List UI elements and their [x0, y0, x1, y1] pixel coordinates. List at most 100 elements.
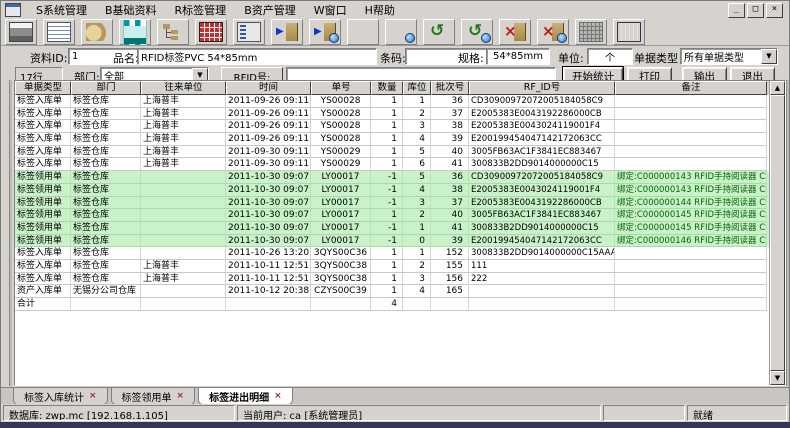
table-cell: 36 [431, 95, 469, 108]
table-row[interactable]: 标签入库单标签仓库上海普丰2011-09-26 09:11YS000281237… [15, 108, 785, 121]
toolbar-button-partner-units[interactable] [81, 19, 113, 45]
toolbar-button-label-outbound-query[interactable] [385, 19, 417, 45]
table-row[interactable]: 标签入库单标签仓库上海普丰2011-09-26 09:11YS000281136… [15, 95, 785, 108]
toolbar-button-label-scrap[interactable] [499, 19, 531, 45]
menu-H帮助[interactable]: H帮助 [356, 3, 404, 18]
table-cell: 绑定:C000000143 RFID手持阅读器 CS501 CS50: [615, 184, 767, 197]
id-card-icon [47, 22, 71, 42]
tab-标签领用单[interactable]: 标签领用单× [111, 388, 196, 405]
menu-R标签管理[interactable]: R标签管理 [166, 3, 236, 18]
toolbar-button-label-scrap-query[interactable] [537, 19, 569, 45]
table-cell: 上海普丰 [141, 146, 226, 159]
toolbar-button-data-card[interactable] [43, 19, 75, 45]
table-cell [469, 298, 615, 311]
tab-close-icon[interactable]: × [274, 391, 282, 401]
toolbar-button-label-recycle[interactable] [423, 19, 455, 45]
column-header-批次号[interactable]: 批次号 [431, 81, 469, 95]
minimize-button[interactable]: _ [728, 3, 745, 18]
column-header-RF_ID号[interactable]: RF_ID号 [469, 81, 615, 95]
toolbar-button-label-inbound[interactable] [271, 19, 303, 45]
table-cell: YS00028 [311, 108, 371, 121]
table-row[interactable]: 标签领用单标签仓库2011-10-30 09:07LY00017-1438E20… [15, 184, 785, 197]
product-name-input[interactable] [137, 48, 377, 65]
scroll-down-icon[interactable]: ▼ [770, 371, 785, 385]
unit-input[interactable] [587, 48, 633, 65]
column-header-单据类型[interactable]: 单据类型 [15, 81, 71, 95]
column-header-时间[interactable]: 时间 [226, 81, 311, 95]
table-cell: 1 [371, 260, 403, 273]
scrollbar-thumb[interactable] [770, 95, 785, 371]
table-row[interactable]: 资产入库单无锡分公司仓库2011-10-12 20:38CZYS00C39141… [15, 285, 785, 298]
table-cell: 2011-10-30 09:07 [226, 235, 311, 248]
table-cell: 标签领用单 [15, 235, 71, 248]
tab-标签进出明细[interactable]: 标签进出明细 × [198, 388, 293, 405]
table-row[interactable]: 标签领用单标签仓库2011-10-30 09:07LY00017-1536CD3… [15, 171, 785, 184]
toolbar-button-label-inbound-query[interactable] [309, 19, 341, 45]
toolbar-button-label-outbound[interactable] [347, 19, 379, 45]
close-button[interactable]: × [766, 3, 783, 18]
menu-bar: S系统管理B基础资料R标签管理B资产管理W窗口H帮助 _ □ × [1, 1, 789, 20]
tab-标签入库统计[interactable]: 标签入库统计 × [13, 388, 108, 405]
tab-close-icon[interactable]: × [89, 391, 97, 401]
table-row[interactable]: 标签入库单标签仓库上海普丰2011-09-30 09:11YS000291540… [15, 146, 785, 159]
table-cell: 2011-09-26 09:11 [226, 133, 311, 146]
spec-input[interactable] [486, 48, 550, 65]
column-header-库位[interactable]: 库位 [403, 81, 431, 95]
toolbar-button-print[interactable] [5, 19, 37, 45]
table-cell: 标签入库单 [15, 146, 71, 159]
chevron-down-icon[interactable]: ▼ [761, 49, 777, 64]
doc-type-select[interactable]: 所有单据类型 ▼ [680, 48, 778, 65]
scroll-up-icon[interactable]: ▲ [770, 81, 785, 95]
toolbar-button-label-recycle-query[interactable] [461, 19, 493, 45]
toolbar-button-asset-building[interactable] [575, 19, 607, 45]
table-cell: 4 [403, 285, 431, 298]
table-row[interactable]: 标签入库单标签仓库2011-10-26 13:203QYS00C36111523… [15, 247, 785, 260]
toolbar-button-documents[interactable] [233, 19, 265, 45]
table-row[interactable]: 标签领用单标签仓库2011-10-30 09:07LY00017-1337E20… [15, 197, 785, 210]
table-cell: YS00028 [311, 95, 371, 108]
recycle-icon [428, 23, 450, 41]
table-row[interactable]: 合计4 [15, 298, 785, 311]
column-header-备注[interactable]: 备注 [615, 81, 767, 95]
table-row[interactable]: 标签入库单标签仓库上海普丰2011-09-26 09:11YS000281439… [15, 133, 785, 146]
magnifier-drop-icon [329, 33, 339, 43]
column-header-部门[interactable]: 部门 [71, 81, 141, 95]
ready-status: 就绪 [687, 405, 787, 421]
toolbar-button-goods[interactable] [195, 19, 227, 45]
rfid-calculator-icon [617, 22, 641, 42]
table-row[interactable]: 标签入库单标签仓库上海普丰2011-10-11 12:513QYS00C3812… [15, 260, 785, 273]
table-row[interactable]: 标签领用单标签仓库2011-10-30 09:07LY00017-1039E20… [15, 235, 785, 248]
table-cell: 标签入库单 [15, 95, 71, 108]
menu-B基础资料[interactable]: B基础资料 [96, 3, 166, 18]
toolbar-button-rfid-statistics[interactable] [613, 19, 645, 45]
toolbar-button-warehouse[interactable] [119, 19, 151, 45]
tab-label: 标签入库统计 [24, 389, 84, 404]
vertical-scrollbar[interactable]: ▲ ▼ [769, 81, 785, 385]
table-cell [141, 197, 226, 210]
door-red-x-icon [504, 23, 526, 41]
column-header-往来单位[interactable]: 往来单位 [141, 81, 226, 95]
table-cell: 1 [371, 133, 403, 146]
toolbar-button-departments[interactable] [157, 19, 189, 45]
column-header-单号[interactable]: 单号 [311, 81, 371, 95]
table-row[interactable]: 标签领用单标签仓库2011-10-30 09:07LY00017-1141300… [15, 222, 785, 235]
menu-B资产管理[interactable]: B资产管理 [235, 3, 305, 18]
table-cell [141, 235, 226, 248]
table-row[interactable]: 标签领用单标签仓库2011-10-30 09:07LY0001712403005… [15, 209, 785, 222]
table-cell: 上海普丰 [141, 158, 226, 171]
table-row[interactable]: 标签入库单标签仓库上海普丰2011-09-26 09:11YS000281338… [15, 120, 785, 133]
table-cell: 1 [371, 146, 403, 159]
bottom-tab-bar: 标签入库统计×标签领用单×标签进出明细× [1, 387, 789, 405]
table-cell: CD30900972072005184058C9 [469, 171, 615, 184]
tab-label: 标签进出明细 [209, 389, 269, 404]
table-row[interactable]: 标签入库单标签仓库上海普丰2011-10-11 12:513QYS00C3813… [15, 273, 785, 286]
tab-close-icon[interactable]: × [177, 391, 185, 401]
menu-W窗口[interactable]: W窗口 [305, 3, 356, 18]
table-row[interactable]: 标签入库单标签仓库上海普丰2011-09-30 09:11YS000291641… [15, 158, 785, 171]
table-cell: 37 [431, 108, 469, 121]
table-cell: -1 [371, 222, 403, 235]
restore-button[interactable]: □ [747, 3, 764, 18]
menu-S系统管理[interactable]: S系统管理 [27, 3, 96, 18]
column-header-数量[interactable]: 数量 [371, 81, 403, 95]
table-cell [141, 184, 226, 197]
